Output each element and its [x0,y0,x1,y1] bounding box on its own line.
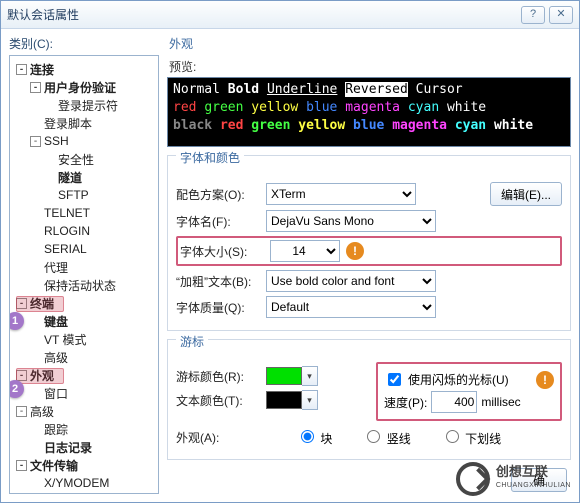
tree-item-label: SSH [44,134,69,148]
tree-item[interactable]: X/YMODEM [12,474,156,492]
expand-icon[interactable]: - [30,136,41,147]
edit-button[interactable]: 编辑(E)... [490,182,562,206]
tree-item-label: VT 模式 [44,331,86,348]
tree-item[interactable]: -用户身份验证 [12,78,156,96]
tree-item[interactable]: 高级 [12,348,156,366]
highlight-appearance [16,368,64,384]
preview-label: 预览: [169,58,571,75]
tree-item[interactable]: SERIAL [12,240,156,258]
quality-label: 字体质量(Q): [176,299,266,316]
tree-item-label: 文件传输 [30,457,78,474]
cursor-group: 游标 游标颜色(R): ▾ 文本颜色(T): ▾ [167,339,571,460]
font-group: 字体和颜色 配色方案(O): XTerm 编辑(E)... 字体名(F): De… [167,155,571,331]
tree-item[interactable]: -高级 [12,402,156,420]
radio-block[interactable]: 块 [296,427,332,447]
preview-area: Normal Bold Underline Reversed Cursor re… [167,77,571,147]
tree-item[interactable]: -文件传输 [12,456,156,474]
tree-item[interactable]: 窗口 [12,384,156,402]
tree-item[interactable]: TELNET [12,204,156,222]
tree-item-label: X/YMODEM [44,476,109,490]
boldtext-select[interactable]: Use bold color and font [266,270,436,292]
tree-item[interactable]: RLOGIN [12,222,156,240]
speed-label: 速度(P): [384,394,427,411]
warn-icon-2: ! [536,371,554,389]
tree-item-label: 用户身份验证 [44,79,116,96]
tree-item[interactable]: 日志记录 [12,438,156,456]
fontsize-label: 字体大小(S): [180,243,270,260]
tree-item-label: SFTP [58,188,89,202]
expand-icon[interactable]: - [16,64,27,75]
cursor-color-label: 游标颜色(R): [176,368,266,385]
cursor-group-legend: 游标 [176,333,208,350]
tree-item-label: 窗口 [44,385,68,402]
speed-unit: millisec [481,395,520,409]
tree-item-label: 登录提示符 [58,97,118,114]
expand-icon[interactable]: - [16,406,27,417]
warn-icon: ! [346,242,364,260]
window-title: 默认会话属性 [7,6,517,23]
tree-item-label: 保持活动状态 [44,277,116,294]
help-button[interactable]: ? [521,6,545,24]
close-button[interactable]: ✕ [549,6,573,24]
radio-uline[interactable]: 下划线 [441,427,501,447]
highlight-terminal [16,296,64,312]
tree-item[interactable]: 隧道 [12,168,156,186]
titlebar: 默认会话属性 ? ✕ [1,1,579,29]
ok-button[interactable]: 确 [511,468,567,492]
tree-item[interactable]: -SSH [12,132,156,150]
tree-item[interactable]: 跟踪 [12,420,156,438]
speed-input[interactable] [431,391,477,413]
text-color-swatch[interactable] [266,391,302,409]
tree-item-label: 代理 [44,259,68,276]
text-color-dd[interactable]: ▾ [302,390,318,410]
tree-item-label: 隧道 [58,169,82,186]
expand-icon[interactable]: - [30,82,41,93]
tree-item-label: 安全性 [58,151,94,168]
scheme-select[interactable]: XTerm [266,183,416,205]
tree-item-label: 连接 [30,61,54,78]
radio-vline[interactable]: 竖线 [362,427,410,447]
boldtext-label: “加粗”文本(B): [176,273,266,290]
fontsize-select[interactable]: 14 [270,240,340,262]
tree-item-label: 高级 [44,349,68,366]
cursor-color-dd[interactable]: ▾ [302,366,318,386]
tree-item[interactable]: 登录脚本 [12,114,156,132]
font-group-legend: 字体和颜色 [176,149,244,166]
appearance-label: 外观(A): [176,429,266,446]
tree-item-label: TELNET [44,206,90,220]
tree-item[interactable]: 保持活动状态 [12,276,156,294]
quality-select[interactable]: Default [266,296,436,318]
blink-checkbox[interactable] [388,373,401,386]
expand-icon[interactable]: - [16,460,27,471]
tree-item-label: 高级 [30,403,54,420]
tree-item[interactable]: 键盘 [12,312,156,330]
category-label: 类别(C): [9,35,159,52]
tree-item-label: SERIAL [44,242,87,256]
tree-item-label: 键盘 [44,313,68,330]
tree-item[interactable]: 安全性 [12,150,156,168]
tree-item[interactable]: -连接 [12,60,156,78]
tree-item[interactable]: 登录提示符 [12,96,156,114]
tree-item-label: 跟踪 [44,421,68,438]
section-title: 外观 [169,35,571,52]
category-tree[interactable]: 1 2 -连接-用户身份验证登录提示符登录脚本-SSH安全性隧道SFTPTELN… [9,55,159,494]
tree-item-label: RLOGIN [44,224,90,238]
tree-item[interactable]: ZMODEM [12,492,156,494]
tree-item[interactable]: 代理 [12,258,156,276]
fontname-select[interactable]: DejaVu Sans Mono [266,210,436,232]
text-color-label: 文本颜色(T): [176,392,266,409]
blink-label: 使用闪烁的光标(U) [408,371,509,388]
tree-item-label: 日志记录 [44,439,92,456]
tree-item-label: 登录脚本 [44,115,92,132]
fontname-label: 字体名(F): [176,213,266,230]
scheme-label: 配色方案(O): [176,186,266,203]
tree-item[interactable]: SFTP [12,186,156,204]
dialog-window: 默认会话属性 ? ✕ 类别(C): 1 2 -连接-用户身份验证登录提示符登录脚… [0,0,580,503]
tree-item[interactable]: VT 模式 [12,330,156,348]
cursor-color-swatch[interactable] [266,367,302,385]
